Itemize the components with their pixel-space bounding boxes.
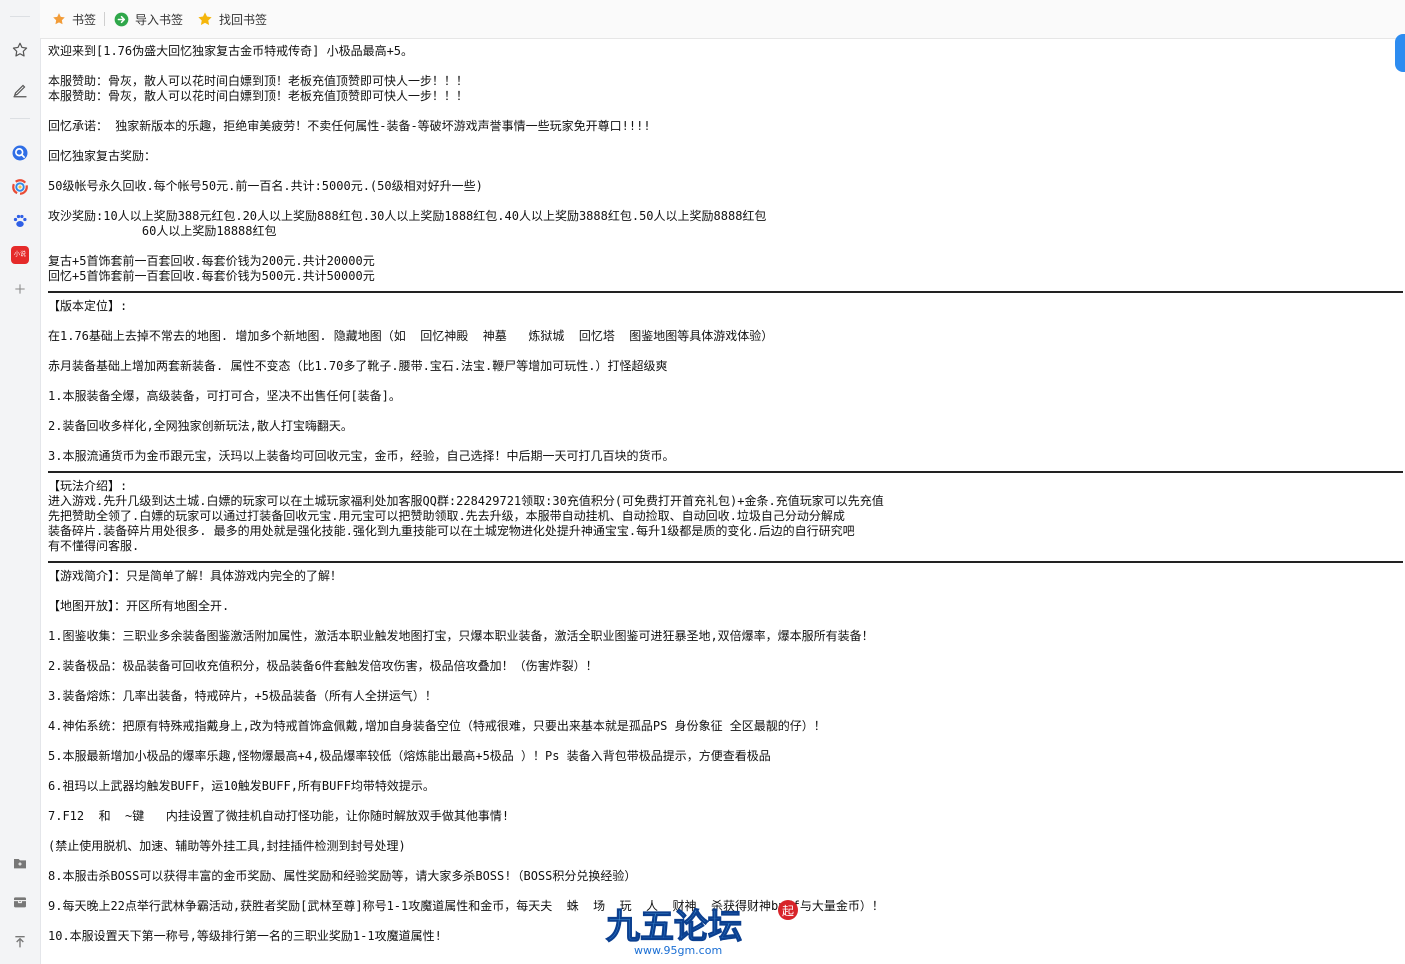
pin-icon[interactable] xyxy=(8,930,32,954)
watermark-title: 九五论坛 xyxy=(606,907,742,947)
folder-icon[interactable] xyxy=(8,851,32,875)
text-line: 8.本服击杀BOSS可以获得丰富的金币奖励、属性奖励和经验奖励等，请大家多杀BO… xyxy=(48,869,637,883)
text-line: 【玩法介绍】: xyxy=(48,479,128,493)
text-line: 60人以上奖励18888红包 xyxy=(48,224,277,238)
text-line: 【地图开放】：开区所有地图全开. xyxy=(48,599,230,613)
text-line: 回忆+5首饰套前一百套回收.每套价钱为500元.共计50000元 xyxy=(48,269,375,283)
browser-app-icon[interactable] xyxy=(8,175,32,199)
text-line: 赤月装备基础上增加两套新装备. 属性不变态（比1.70多了靴子.腰带.宝石.法宝… xyxy=(48,359,668,373)
text-line: 装备碎片.装备碎片用处很多. 最多的用处就是强化技能.强化到九重技能可以在土城宠… xyxy=(48,524,855,538)
sidebar-divider xyxy=(10,16,30,17)
red-app-label: 小说 xyxy=(11,246,29,264)
text-line: 回忆独家复古奖励： xyxy=(48,149,157,163)
text-line: 回忆承诺： 独家新版本的乐趣，拒绝审美疲劳！不卖任何属性-装备-等破坏游戏声誉事… xyxy=(48,119,651,133)
sidebar-divider xyxy=(10,118,30,119)
text-line: 有不懂得问客服. xyxy=(48,539,140,553)
star-icon[interactable] xyxy=(8,38,32,62)
add-icon[interactable] xyxy=(8,277,32,301)
star-icon xyxy=(53,13,65,25)
red-app-icon[interactable]: 小说 xyxy=(8,243,32,267)
text-line: 50级帐号永久回收.每个帐号50元.前一百名.共计:5000元.(50级相对好升… xyxy=(48,179,483,193)
notes-icon[interactable] xyxy=(8,78,32,102)
bookmark-label: 导入书签 xyxy=(135,12,184,27)
star-icon xyxy=(198,12,212,25)
text-line: 5.本服最新增加小极品的爆率乐趣,怪物爆最高+4,极品爆率较低（熔炼能出最高+5… xyxy=(48,749,771,763)
paw-app-icon[interactable] xyxy=(8,209,32,233)
text-line: 1.本服装备全爆，高级装备，可打可合，坚决不出售任何[装备]。 xyxy=(48,389,401,403)
forum-watermark-logo: 九五论坛 起 www.95gm.com xyxy=(604,896,804,960)
text-line: 欢迎来到[1.76伪盛大回忆独家复古金币特戒传奇] 小极品最高+5。 xyxy=(48,44,414,58)
page-text-content: 欢迎来到[1.76伪盛大回忆独家复古金币特戒传奇] 小极品最高+5。本服赞助：骨… xyxy=(48,44,1403,964)
text-line: 3.本服流通货币为金币跟元宝，沃玛以上装备均可回收元宝，金币，经验，自己选择！中… xyxy=(48,449,675,463)
watermark-url: www.95gm.com xyxy=(634,944,722,957)
text-line: 2.装备回收多样化,全网独家创新玩法,散人打宝嗨翻天。 xyxy=(48,419,353,433)
browser-sidebar: 小说 xyxy=(0,0,41,964)
text-line: 7.F12 和 ~键 内挂设置了微挂机自动打怪功能，让你随时解放双手做其他事情! xyxy=(48,809,510,823)
text-line: 1.图鉴收集：三职业多余装备图鉴激活附加属性，激活本职业触发地图打宝，只爆本职业… xyxy=(48,629,874,643)
bookmark-item-recover[interactable]: 找回书签 xyxy=(197,10,267,28)
text-line: 4.神佑系统：把原有特殊戒指戴身上,改为特戒首饰盒佩戴,增加自身装备空位（特戒很… xyxy=(48,719,826,733)
text-line: 复古+5首饰套前一百套回收.每套价钱为200元.共计20000元 xyxy=(48,254,375,268)
bookmark-label: 找回书签 xyxy=(219,12,268,27)
toolbox-icon[interactable] xyxy=(8,890,32,914)
text-line: 在1.76基础上去掉不常去的地图. 增加多个新地图. 隐藏地图（如 回忆神殿 神… xyxy=(48,329,774,343)
text-line: 进入游戏.先升几级到达土城.白嫖的玩家可以在土城玩家福利处加客服QQ群:2284… xyxy=(48,494,884,508)
search-app-icon[interactable] xyxy=(8,141,32,165)
bookmark-item-import[interactable]: 导入书签 xyxy=(114,10,183,28)
text-line: 【游戏简介】：只是简单了解！具体游戏内完全的了解！ xyxy=(48,569,343,583)
separator-rule xyxy=(48,284,1403,299)
separator-rule xyxy=(48,464,1403,479)
arrow-right-icon xyxy=(114,12,129,26)
text-line: 6.祖玛以上武器均触发BUFF，运10触发BUFF,所有BUFF均带特效提示。 xyxy=(48,779,435,793)
watermark-badge: 起 xyxy=(782,904,794,918)
text-line: 先把赞助全领了.白嫖的玩家可以通过打装备回收元宝.用元宝可以把赞助领取.先去升级… xyxy=(48,509,845,523)
text-line: 【版本定位】: xyxy=(48,299,128,313)
bookmark-divider xyxy=(104,12,105,26)
separator-rule xyxy=(48,554,1403,569)
bookmark-bar: 书签 导入书签 找回书签 xyxy=(40,0,1405,39)
text-line: 2.装备极品：极品装备可回收充值积分，极品装备6件套触发倍攻伤害，极品倍攻叠加！… xyxy=(48,659,598,673)
text-line: 攻沙奖励:10人以上奖励388元红包.20人以上奖励888红包.30人以上奖励1… xyxy=(48,209,767,223)
bookmark-item-bookmarks[interactable]: 书签 xyxy=(52,10,96,28)
text-line: 本服赞助：骨灰，散人可以花时间白嫖到顶！老板充值顶赞即可快人一步！！！ xyxy=(48,89,469,103)
bookmark-label: 书签 xyxy=(72,12,97,27)
text-line: (禁止使用脱机、加速、辅助等外挂工具,封挂插件检测到封号处理) xyxy=(48,839,406,853)
text-line: 本服赞助：骨灰，散人可以花时间白嫖到顶！老板充值顶赞即可快人一步！！！ xyxy=(48,74,469,88)
text-line: 3.装备熔炼：几率出装备，特戒碎片，+5极品装备（所有人全拼运气）！ xyxy=(48,689,437,703)
